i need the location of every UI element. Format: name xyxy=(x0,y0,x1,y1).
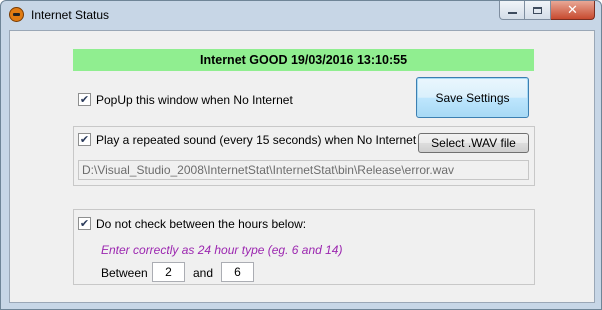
app-window: Internet Status ✕ Internet GOOD 19/03/20… xyxy=(0,0,602,310)
popup-checkbox[interactable]: ✔ xyxy=(78,93,91,106)
hours-hint: Enter correctly as 24 hour type (eg. 6 a… xyxy=(101,243,343,257)
title-bar[interactable]: Internet Status ✕ xyxy=(1,1,601,29)
sound-checkbox[interactable]: ✔ xyxy=(78,133,91,146)
sound-label[interactable]: Play a repeated sound (every 15 seconds)… xyxy=(96,133,416,147)
hours-label[interactable]: Do not check between the hours below: xyxy=(96,217,306,231)
between-label: Between xyxy=(101,266,148,280)
end-hour-input[interactable]: 6 xyxy=(221,262,254,282)
close-icon: ✕ xyxy=(567,2,578,18)
internet-status-banner: Internet GOOD 19/03/2016 13:10:55 xyxy=(73,49,534,71)
maximize-button[interactable] xyxy=(525,1,551,20)
close-button[interactable]: ✕ xyxy=(551,1,595,20)
client-area: Internet GOOD 19/03/2016 13:10:55 ✔ PopU… xyxy=(9,30,595,303)
popup-label[interactable]: PopUp this window when No Internet xyxy=(96,93,293,107)
app-face-icon[interactable] xyxy=(9,7,24,22)
wav-path-field: D:\Visual_Studio_2008\InternetStat\Inter… xyxy=(78,160,529,180)
minimize-icon xyxy=(507,12,517,14)
start-hour-input[interactable]: 2 xyxy=(152,262,185,282)
minimize-button[interactable] xyxy=(499,1,525,20)
checkmark-icon: ✔ xyxy=(79,216,90,230)
hours-checkbox[interactable]: ✔ xyxy=(78,217,91,230)
caption-buttons: ✕ xyxy=(499,1,595,21)
checkmark-icon: ✔ xyxy=(79,132,90,146)
save-settings-button[interactable]: Save Settings xyxy=(416,77,529,118)
and-label: and xyxy=(193,266,214,280)
select-wav-button[interactable]: Select .WAV file xyxy=(418,133,529,153)
checkmark-icon: ✔ xyxy=(79,92,90,106)
window-title: Internet Status xyxy=(31,8,110,22)
maximize-icon xyxy=(533,6,542,14)
